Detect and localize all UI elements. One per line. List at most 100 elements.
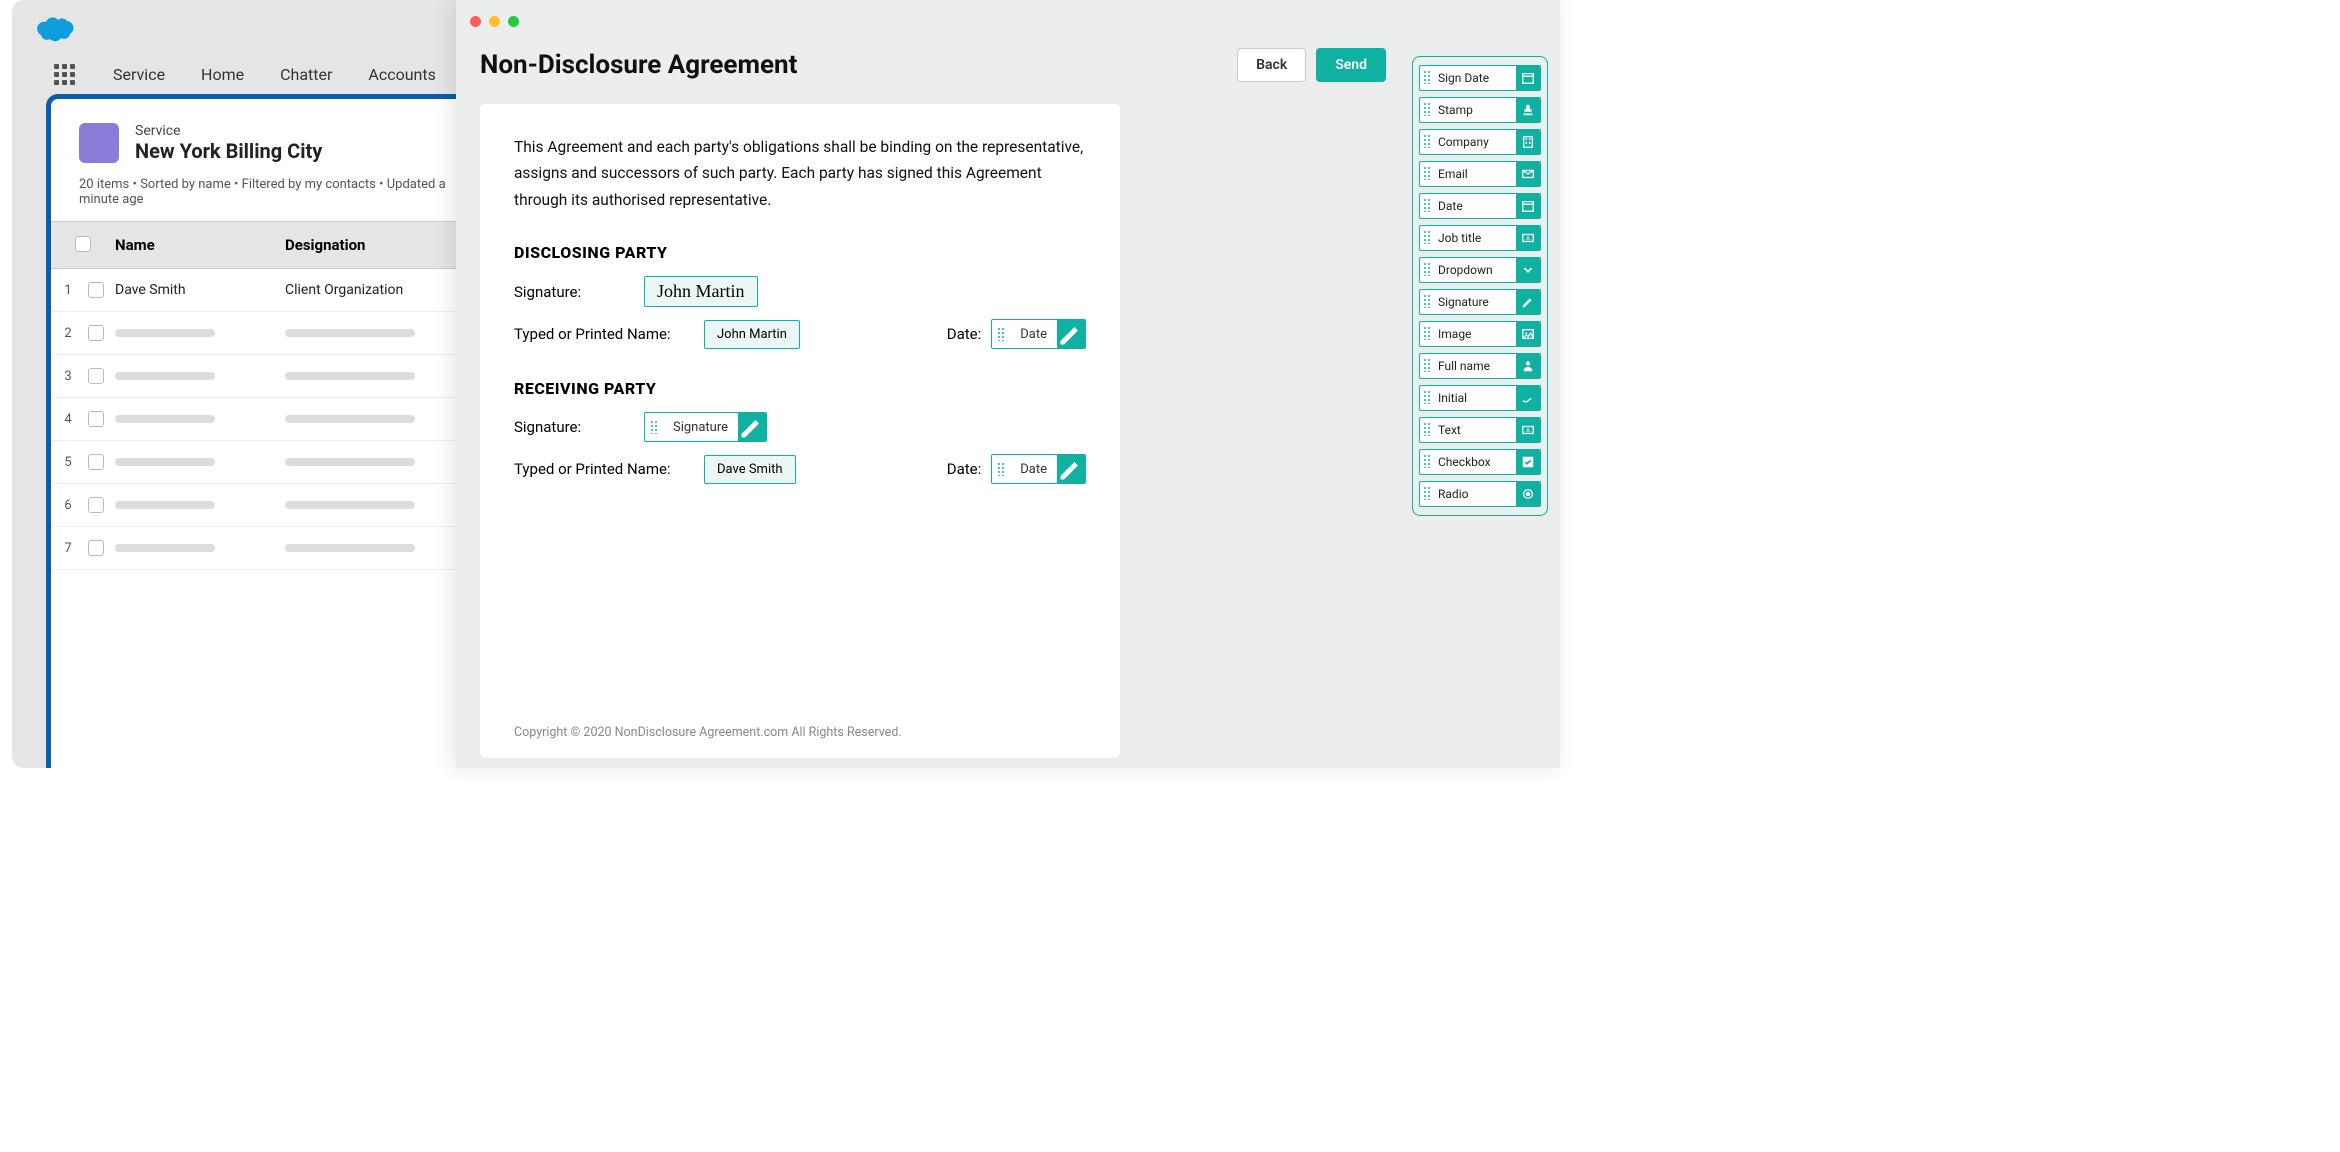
palette-label: Job title — [1434, 231, 1516, 245]
field-palette: Sign Date Stamp Company Email Date Job t… — [1412, 56, 1548, 516]
grip-icon — [1420, 422, 1434, 439]
radio-icon — [1516, 482, 1540, 506]
list-meta: 20 items • Sorted by name • Filtered by … — [79, 163, 457, 207]
skeleton — [115, 544, 215, 552]
receiving-heading: RECEIVING PARTY — [514, 379, 1086, 398]
palette-field-image[interactable]: Image — [1419, 321, 1541, 347]
palette-field-checkbox[interactable]: Checkbox — [1419, 449, 1541, 475]
maximize-icon[interactable] — [508, 16, 519, 27]
row-checkbox[interactable] — [88, 282, 104, 298]
table-row[interactable]: 4 — [51, 398, 457, 441]
tab-accounts[interactable]: Accounts — [360, 55, 443, 94]
mail-icon — [1516, 162, 1540, 186]
palette-field-text[interactable]: Text A — [1419, 417, 1541, 443]
row-number: 5 — [51, 455, 77, 470]
row-number: 7 — [51, 541, 77, 556]
row-checkbox[interactable] — [88, 454, 104, 470]
row-number: 4 — [51, 412, 77, 427]
table-row[interactable]: 2 — [51, 312, 457, 355]
salesforce-logo-icon — [34, 16, 76, 44]
building-icon — [1516, 130, 1540, 154]
row-name: Dave Smith — [115, 282, 285, 298]
object-label: Service — [135, 123, 322, 139]
send-button[interactable]: Send — [1316, 48, 1386, 82]
back-button[interactable]: Back — [1237, 48, 1306, 82]
disclosing-name-input[interactable]: John Martin — [704, 320, 800, 349]
palette-field-signature[interactable]: Signature — [1419, 289, 1541, 315]
row-checkbox[interactable] — [88, 368, 104, 384]
palette-label: Full name — [1434, 359, 1516, 373]
tab-home[interactable]: Home — [193, 55, 252, 94]
receiving-name-input[interactable]: Dave Smith — [704, 455, 796, 484]
table-header: Name Designation — [51, 221, 457, 269]
skeleton — [115, 458, 215, 466]
svg-text:A: A — [1526, 236, 1530, 243]
row-checkbox[interactable] — [88, 540, 104, 556]
palette-field-stamp[interactable]: Stamp — [1419, 97, 1541, 123]
receiving-date-field[interactable]: Date — [991, 454, 1086, 484]
column-name[interactable]: Name — [115, 236, 285, 254]
grip-icon — [1420, 134, 1434, 151]
palette-label: Stamp — [1434, 103, 1516, 117]
palette-field-job-title[interactable]: Job title A — [1419, 225, 1541, 251]
grip-icon — [1420, 198, 1434, 215]
receiving-name-label: Typed or Printed Name: — [514, 460, 704, 478]
row-number: 2 — [51, 326, 77, 341]
pen-icon — [1057, 320, 1085, 348]
page-title: New York Billing City — [135, 139, 322, 163]
person-icon — [1516, 354, 1540, 378]
object-icon — [79, 123, 119, 163]
tab-service[interactable]: Service — [105, 55, 173, 94]
palette-label: Image — [1434, 327, 1516, 341]
row-checkbox[interactable] — [88, 325, 104, 341]
grip-icon — [1420, 294, 1434, 311]
palette-field-dropdown[interactable]: Dropdown — [1419, 257, 1541, 283]
disclosing-name-label: Typed or Printed Name: — [514, 325, 704, 343]
palette-field-initial[interactable]: Initial — [1419, 385, 1541, 411]
minimize-icon[interactable] — [489, 16, 500, 27]
palette-label: Signature — [1434, 295, 1516, 309]
stamp-icon — [1516, 98, 1540, 122]
palette-field-sign-date[interactable]: Sign Date — [1419, 65, 1541, 91]
salesforce-content: Service New York Billing City 20 items •… — [46, 94, 457, 768]
palette-field-radio[interactable]: Radio — [1419, 481, 1541, 507]
disclosing-date-field[interactable]: Date — [991, 319, 1086, 349]
table-row[interactable]: 6 — [51, 484, 457, 527]
skeleton — [285, 501, 415, 509]
receiving-signature-field[interactable]: Signature — [644, 412, 767, 442]
check-icon — [1516, 450, 1540, 474]
palette-field-full-name[interactable]: Full name — [1419, 353, 1541, 379]
disclosing-date-label: Date: — [947, 325, 982, 343]
table-row[interactable]: 7 — [51, 527, 457, 570]
palette-label: Dropdown — [1434, 263, 1516, 277]
select-all-checkbox[interactable] — [75, 236, 91, 252]
palette-label: Sign Date — [1434, 71, 1516, 85]
palette-label: Company — [1434, 135, 1516, 149]
skeleton — [285, 458, 415, 466]
palette-field-company[interactable]: Company — [1419, 129, 1541, 155]
disclosing-signature[interactable]: John Martin — [644, 276, 758, 307]
svg-text:A: A — [1526, 428, 1530, 435]
column-designation[interactable]: Designation — [285, 236, 457, 254]
skeleton — [285, 415, 415, 423]
row-number: 1 — [51, 283, 77, 298]
textbox-icon: A — [1516, 226, 1540, 250]
row-checkbox[interactable] — [88, 497, 104, 513]
image-icon — [1516, 322, 1540, 346]
palette-field-email[interactable]: Email — [1419, 161, 1541, 187]
document-window: Non-Disclosure Agreement Back Send This … — [456, 0, 1560, 768]
skeleton — [285, 544, 415, 552]
palette-field-date[interactable]: Date — [1419, 193, 1541, 219]
calendar-icon — [1516, 194, 1540, 218]
document-body: This Agreement and each party's obligati… — [480, 104, 1120, 758]
tab-chatter[interactable]: Chatter — [272, 55, 340, 94]
grip-icon — [1420, 358, 1434, 375]
table-row[interactable]: 1 Dave Smith Client Organization — [51, 269, 457, 312]
table-row[interactable]: 5 — [51, 441, 457, 484]
close-icon[interactable] — [470, 16, 481, 27]
table-body: 1 Dave Smith Client Organization2 3 4 5 … — [51, 269, 457, 570]
app-launcher-icon[interactable] — [54, 64, 75, 85]
disclosing-heading: DISCLOSING PARTY — [514, 243, 1086, 262]
table-row[interactable]: 3 — [51, 355, 457, 398]
row-checkbox[interactable] — [88, 411, 104, 427]
